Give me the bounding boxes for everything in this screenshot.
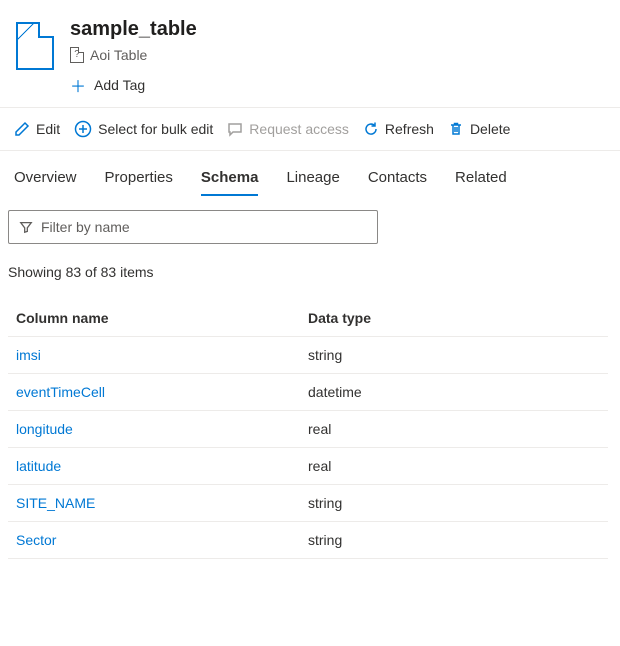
bulk-edit-button[interactable]: Select for bulk edit <box>74 120 213 138</box>
page-header: sample_table ? Aoi Table ＋ Add Tag <box>0 0 620 107</box>
plus-icon: ＋ <box>70 73 86 97</box>
column-type: string <box>308 495 600 511</box>
tab-properties[interactable]: Properties <box>105 163 173 196</box>
refresh-icon <box>363 121 379 137</box>
tab-related[interactable]: Related <box>455 163 507 196</box>
chat-icon <box>227 121 243 137</box>
add-tag-button[interactable]: ＋ Add Tag <box>70 73 197 97</box>
header-text: sample_table ? Aoi Table ＋ Add Tag <box>70 18 197 97</box>
request-access-label: Request access <box>249 121 349 137</box>
filter-box[interactable] <box>8 210 378 244</box>
divider <box>0 150 620 151</box>
tab-lineage[interactable]: Lineage <box>286 163 339 196</box>
column-name-link[interactable]: SITE_NAME <box>16 495 308 511</box>
filter-input[interactable] <box>41 219 367 235</box>
tab-schema[interactable]: Schema <box>201 163 259 196</box>
filter-wrap <box>0 196 620 244</box>
column-name-link[interactable]: eventTimeCell <box>16 384 308 400</box>
column-type: datetime <box>308 384 600 400</box>
table-row: latitude real <box>8 448 608 485</box>
page-title: sample_table <box>70 18 197 41</box>
col-header-type[interactable]: Data type <box>308 310 600 326</box>
column-name-link[interactable]: imsi <box>16 347 308 363</box>
circle-plus-icon <box>74 120 92 138</box>
refresh-button[interactable]: Refresh <box>363 121 434 137</box>
asset-type-label: Aoi Table <box>90 47 147 63</box>
tab-bar: Overview Properties Schema Lineage Conta… <box>0 163 620 196</box>
table-row: longitude real <box>8 411 608 448</box>
filter-icon <box>19 220 33 234</box>
refresh-label: Refresh <box>385 121 434 137</box>
toolbar: Edit Select for bulk edit Request access… <box>0 108 620 150</box>
tab-overview[interactable]: Overview <box>14 163 77 196</box>
pencil-icon <box>14 121 30 137</box>
delete-label: Delete <box>470 121 510 137</box>
add-tag-label: Add Tag <box>94 77 145 93</box>
tab-contacts[interactable]: Contacts <box>368 163 427 196</box>
bulk-edit-label: Select for bulk edit <box>98 121 213 137</box>
col-header-name[interactable]: Column name <box>16 310 308 326</box>
table-row: SITE_NAME string <box>8 485 608 522</box>
edit-label: Edit <box>36 121 60 137</box>
delete-button[interactable]: Delete <box>448 121 510 137</box>
result-count: Showing 83 of 83 items <box>0 244 620 290</box>
table-header: Column name Data type <box>8 300 608 337</box>
column-type: string <box>308 532 600 548</box>
column-type: string <box>308 347 600 363</box>
edit-button[interactable]: Edit <box>14 121 60 137</box>
column-type: real <box>308 458 600 474</box>
table-row: eventTimeCell datetime <box>8 374 608 411</box>
table-row: imsi string <box>8 337 608 374</box>
request-access-button: Request access <box>227 121 349 137</box>
column-name-link[interactable]: longitude <box>16 421 308 437</box>
file-icon <box>16 22 54 70</box>
trash-icon <box>448 121 464 137</box>
asset-type-row: ? Aoi Table <box>70 47 197 63</box>
column-name-link[interactable]: latitude <box>16 458 308 474</box>
column-type: real <box>308 421 600 437</box>
schema-table: Column name Data type imsi string eventT… <box>8 300 608 559</box>
column-name-link[interactable]: Sector <box>16 532 308 548</box>
table-row: Sector string <box>8 522 608 559</box>
unknown-type-icon: ? <box>70 47 84 63</box>
